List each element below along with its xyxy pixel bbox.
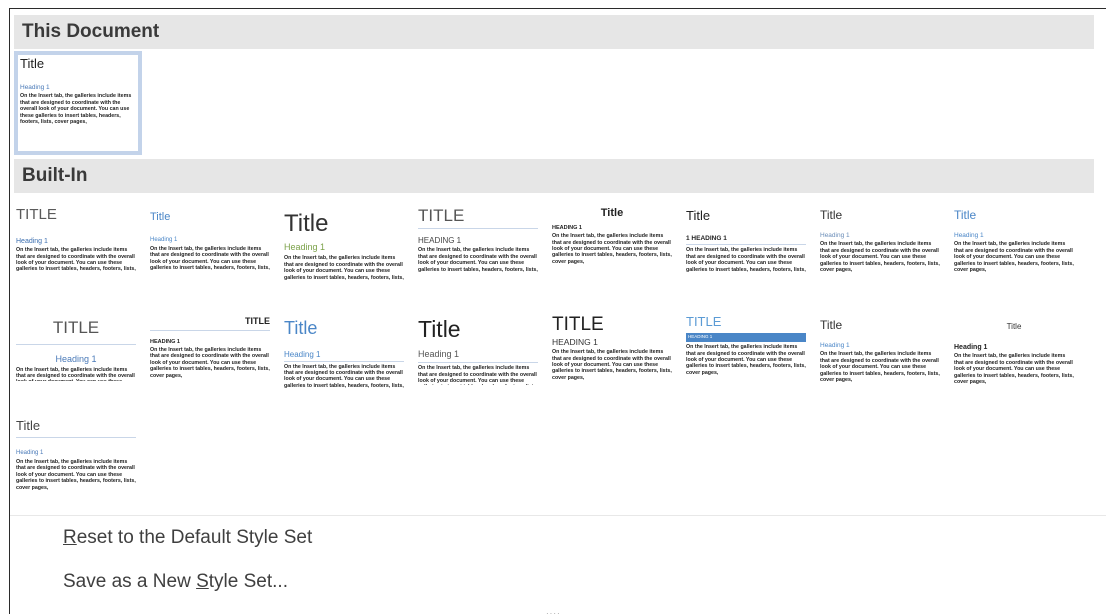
thumb-title: Title [820, 318, 843, 332]
style-thumb-16[interactable]: Title Heading 1 On the Insert tab, the g… [952, 311, 1076, 411]
style-thumb-17[interactable]: Title Heading 1 On the Insert tab, the g… [14, 413, 138, 513]
thumb-title: TITLE [16, 206, 57, 223]
resize-grip[interactable]: ···· [546, 609, 561, 614]
style-thumb-3[interactable]: Title Heading 1 On the Insert tab, the g… [282, 205, 406, 305]
thumb-heading: HEADING 1 [552, 225, 582, 232]
reset-style-set-item[interactable]: Reset to the Default Style Set [63, 527, 312, 549]
style-thumb-12[interactable]: Title Heading 1 On the Insert tab, the g… [416, 311, 540, 411]
thumb-title: TITLE [150, 316, 270, 331]
style-thumb-13[interactable]: TITLE HEADING 1 On the Insert tab, the g… [550, 311, 674, 411]
thumb-body: On the Insert tab, the galleries include… [150, 346, 270, 379]
thumb-body: On the Insert tab, the galleries include… [686, 344, 806, 376]
thumb-heading: Heading 1 [16, 450, 44, 457]
thumb-body: On the Insert tab, the galleries include… [284, 363, 404, 390]
thumb-heading: Heading 1 [55, 353, 97, 364]
menu-item-label: Save as a New [63, 571, 197, 592]
thumb-body: On the Insert tab, the galleries include… [820, 241, 940, 273]
this-document-header: This Document [14, 15, 1094, 49]
thumb-heading: Heading 1 [418, 349, 538, 364]
thumb-title: Title [16, 418, 136, 439]
thumb-heading: 1 HEADING 1 [686, 235, 806, 246]
thumb-title: Title [1006, 322, 1022, 331]
thumb-title: TITLE [686, 314, 722, 329]
accelerator-key: R [63, 527, 77, 548]
thumb-heading: HEADING 1 [150, 338, 180, 345]
menu-item-label: eset to the Default Style Set [76, 527, 313, 548]
style-thumb-1[interactable]: TITLE Heading 1 On the Insert tab, the g… [14, 205, 138, 305]
thumb-heading: Heading 1 [20, 84, 50, 92]
style-thumb-14[interactable]: TITLE HEADING 1 On the Insert tab, the g… [684, 311, 808, 411]
style-thumb-2[interactable]: Title Heading 1 On the Insert tab, the g… [148, 205, 272, 305]
thumb-title: TITLE [16, 318, 136, 345]
thumb-heading: Heading 1 [150, 237, 178, 244]
thumb-title: TITLE [552, 314, 604, 335]
thumb-heading: Heading 1 [16, 237, 48, 245]
thumb-title: Title [20, 56, 45, 71]
thumb-body: On the Insert tab, the galleries include… [16, 366, 135, 381]
built-in-header: Built-In [14, 159, 1094, 193]
style-thumb-11[interactable]: Title Heading 1 On the Insert tab, the g… [282, 311, 406, 411]
thumb-title: Title [686, 208, 711, 223]
thumb-body: On the Insert tab, the galleries include… [954, 241, 1074, 273]
thumb-heading: Heading 1 [820, 232, 850, 240]
thumb-body: On the Insert tab, the galleries include… [418, 365, 538, 385]
style-thumb-6[interactable]: Title 1 HEADING 1 On the Insert tab, the… [684, 205, 808, 305]
style-thumb-7[interactable]: Title Heading 1 On the Insert tab, the g… [818, 205, 942, 305]
thumb-body: On the Insert tab, the galleries include… [954, 353, 1074, 386]
thumb-heading: Heading 1 [284, 350, 404, 362]
thumb-body: On the Insert tab, the galleries include… [150, 245, 270, 272]
thumb-heading: Heading 1 [954, 343, 988, 351]
thumb-heading: Heading 1 [820, 342, 850, 350]
style-thumb-10[interactable]: TITLE HEADING 1 On the Insert tab, the g… [148, 311, 272, 411]
style-thumb-this-document[interactable]: Title Heading 1 On the Insert tab, the g… [14, 51, 142, 155]
thumb-body: On the Insert tab, the galleries include… [284, 255, 404, 281]
thumb-heading: HEADING 1 [418, 235, 462, 245]
thumb-title: Title [820, 208, 843, 222]
thumb-title: Title [418, 316, 461, 342]
thumb-body: On the Insert tab, the galleries include… [552, 233, 672, 265]
style-thumb-15[interactable]: Title Heading 1 On the Insert tab, the g… [818, 311, 942, 411]
thumb-title: Title [284, 318, 318, 338]
thumb-title: Title [150, 211, 171, 223]
thumb-body: On the Insert tab, the galleries include… [686, 247, 806, 273]
style-thumb-8[interactable]: Title Heading 1 On the Insert tab, the g… [952, 205, 1076, 305]
save-style-set-item[interactable]: Save as a New Style Set... [63, 571, 288, 593]
thumb-title: Title [284, 210, 329, 237]
thumb-title: Title [600, 207, 624, 219]
thumb-body: On the Insert tab, the galleries include… [20, 93, 132, 126]
style-thumb-9[interactable]: TITLE Heading 1 On the Insert tab, the g… [14, 311, 138, 411]
thumb-heading: Heading 1 [954, 232, 984, 240]
thumb-heading: HEADING 1 [552, 336, 598, 347]
thumb-title: Title [954, 208, 977, 222]
thumb-body: On the Insert tab, the galleries include… [552, 349, 672, 381]
thumb-body: On the Insert tab, the galleries include… [820, 351, 940, 383]
menu-item-label-rest: tyle Set... [208, 571, 288, 592]
thumb-heading: HEADING 1 [686, 333, 806, 343]
style-thumb-4[interactable]: TITLE HEADING 1 On the Insert tab, the g… [416, 205, 540, 305]
thumb-heading: Heading 1 [284, 242, 326, 253]
style-thumb-5[interactable]: Title HEADING 1 On the Insert tab, the g… [550, 205, 674, 305]
thumb-body: On the Insert tab, the galleries include… [418, 247, 538, 273]
menu-divider [10, 515, 1106, 516]
accelerator-key: S [196, 571, 209, 592]
thumb-title: TITLE [418, 206, 538, 229]
thumb-body: On the Insert tab, the galleries include… [16, 458, 136, 491]
thumb-body: On the Insert tab, the galleries include… [16, 247, 136, 273]
style-set-gallery: This Document Title Heading 1 On the Ins… [9, 8, 1106, 614]
